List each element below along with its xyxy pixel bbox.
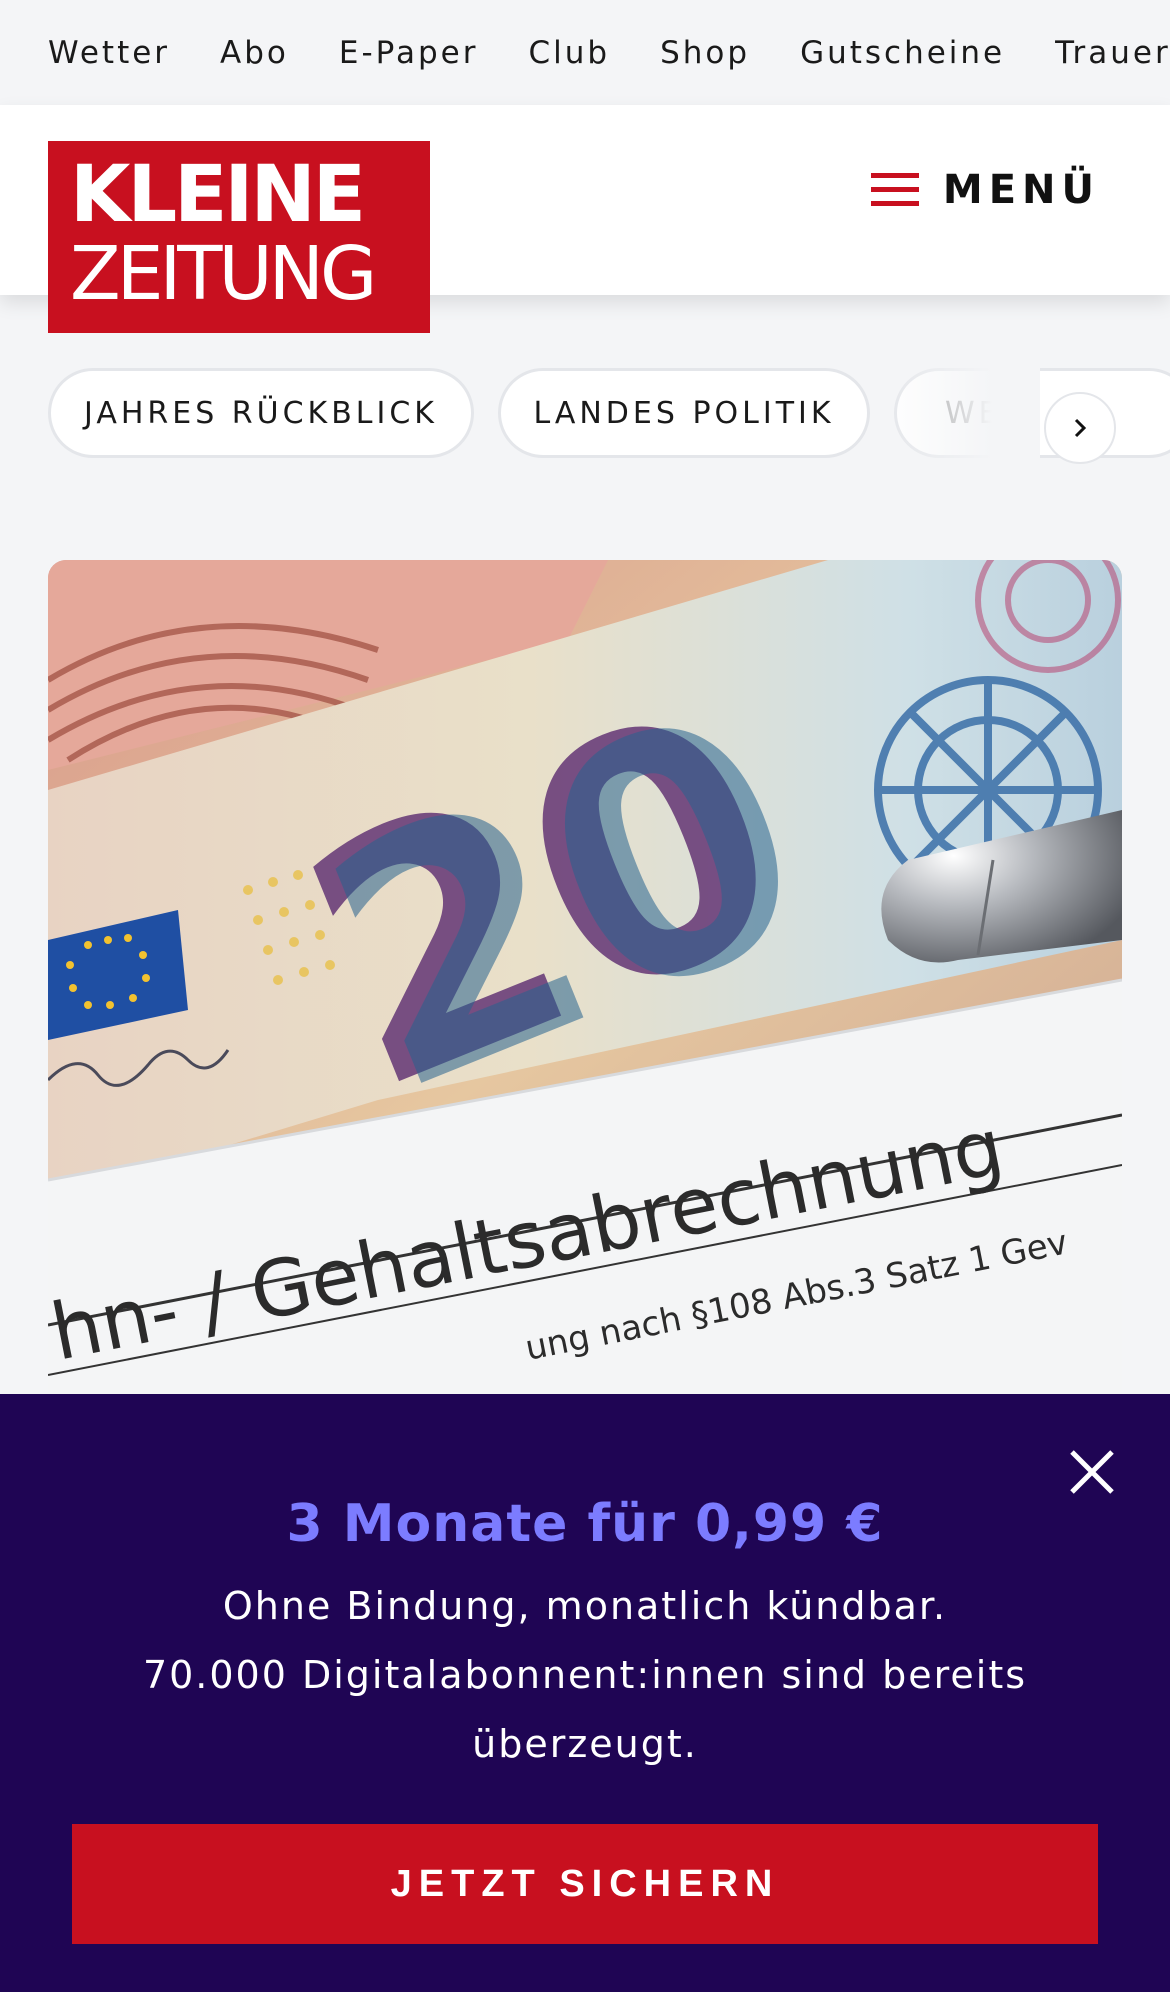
category-pills: JAHRES RÜCKBLICK LANDES POLITIK WE — [0, 368, 1170, 460]
close-overlay-button[interactable] — [1064, 1444, 1120, 1500]
pills-next-button[interactable] — [1044, 392, 1116, 464]
hamburger-icon — [870, 173, 919, 207]
page: Wetter Abo E-Paper Club Shop Gutscheine … — [0, 0, 1170, 1992]
menu-label: MENÜ — [942, 167, 1100, 213]
pills-fade — [880, 368, 1040, 460]
nav-link-trauerportal[interactable]: Trauerpo — [1055, 35, 1170, 71]
hero-image[interactable]: 20 20 hn- / Gehaltsabrechnung ung nach §… — [48, 560, 1122, 1430]
chevron-right-icon — [1074, 418, 1087, 438]
nav-link-club[interactable]: Club — [528, 35, 610, 71]
nav-link-shop[interactable]: Shop — [660, 35, 750, 71]
close-icon — [1070, 1450, 1114, 1494]
subscription-overlay: 3 Monate für 0,99 € Ohne Bindung, monatl… — [0, 1394, 1170, 1992]
logo-text-kleine: KLEINE — [70, 150, 366, 240]
promo-line-1: Ohne Bindung, monatlich kündbar. — [222, 1584, 948, 1628]
kleine-zeitung-logo[interactable]: KLEINE ZEITUNG — [48, 141, 430, 333]
nav-link-gutscheine[interactable]: Gutscheine — [800, 35, 1005, 71]
site-header: KLEINE ZEITUNG MENÜ — [0, 105, 1170, 333]
nav-link-wetter[interactable]: Wetter — [48, 35, 170, 71]
promo-text: Ohne Bindung, monatlich kündbar. 70.000 … — [120, 1572, 1050, 1779]
promo-headline: 3 Monate für 0,99 € — [286, 1494, 884, 1554]
logo-text-zeitung: ZEITUNG — [70, 231, 377, 317]
nav-link-abo[interactable]: Abo — [220, 35, 289, 71]
category-pill-landespolitik[interactable]: LANDES POLITIK — [498, 368, 870, 458]
promo-line-2: 70.000 Digitalabonnent:innen sind bereit… — [142, 1653, 1028, 1766]
banknote-payslip-photo: 20 20 hn- / Gehaltsabrechnung ung nach §… — [48, 560, 1122, 1430]
jetzt-sichern-button[interactable]: JETZT SICHERN — [72, 1824, 1098, 1944]
category-pill-jahresrueckblick[interactable]: JAHRES RÜCKBLICK — [48, 368, 474, 458]
nav-link-epaper[interactable]: E-Paper — [339, 35, 479, 71]
utility-nav: Wetter Abo E-Paper Club Shop Gutscheine … — [0, 0, 1170, 105]
menu-button[interactable]: MENÜ — [870, 167, 1100, 213]
